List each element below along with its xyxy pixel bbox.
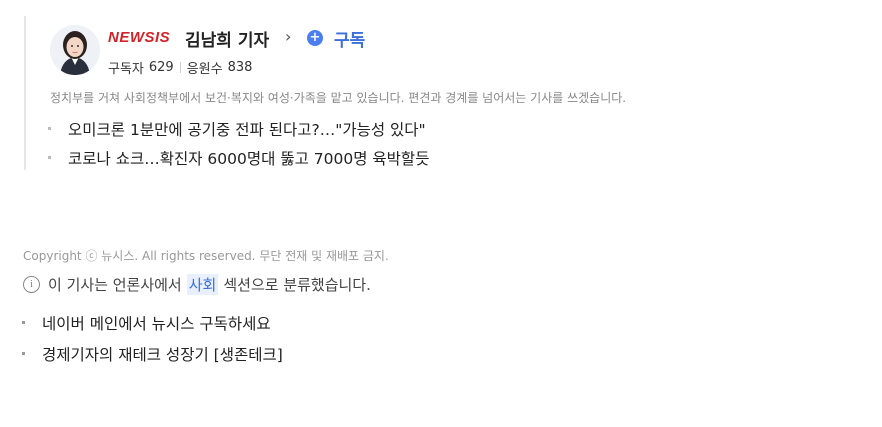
reporter-stats: 구독자 629 응원수 838: [108, 58, 252, 77]
reporter-avatar[interactable]: [50, 25, 100, 75]
promo-list: 네이버 메인에서 뉴시스 구독하세요 경제기자의 재테크 성장기 [생존테크]: [22, 312, 283, 374]
reporter-bio: 정치부를 거쳐 사회정책부에서 보건·복지와 여성·가족을 맡고 있습니다. 편…: [50, 91, 627, 105]
category-suffix: 섹션으로 분류했습니다.: [223, 276, 371, 294]
section-link[interactable]: 사회: [186, 274, 219, 295]
chevron-right-icon[interactable]: ›: [285, 27, 291, 46]
promo-link[interactable]: 경제기자의 재테크 성장기 [생존테크]: [22, 343, 283, 374]
category-note: i 이 기사는 언론사에서 사회 섹션으로 분류했습니다.: [23, 274, 371, 295]
press-logo[interactable]: NEWSIS: [108, 29, 170, 46]
cheers-count: 838: [227, 60, 253, 75]
info-icon: i: [23, 276, 40, 293]
article-link[interactable]: 코로나 쇼크…확진자 6000명대 뚫고 7000명 육박할듯: [48, 147, 429, 176]
reporter-name[interactable]: 김남희 기자: [185, 26, 269, 51]
article-link[interactable]: 오미크론 1분만에 공기중 전파 된다고?…"가능성 있다": [48, 118, 429, 147]
subscribers-count: 629: [148, 60, 174, 75]
reporter-article-list: 오미크론 1분만에 공기중 전파 된다고?…"가능성 있다" 코로나 쇼크…확진…: [48, 118, 429, 176]
subscribe-button[interactable]: + 구독: [307, 25, 365, 51]
plus-icon: +: [307, 30, 323, 46]
stats-divider: [179, 62, 181, 73]
reporter-card: NEWSIS 김남희 기자 › + 구독 구독자 629 응원수 838 정치부…: [24, 16, 846, 170]
reporter-photo: [50, 25, 100, 75]
cheers-label: 응원수: [186, 62, 223, 77]
category-prefix: 이 기사는 언론사에서: [48, 276, 182, 294]
subscribe-label: 구독: [334, 30, 366, 51]
promo-link[interactable]: 네이버 메인에서 뉴시스 구독하세요: [22, 312, 283, 343]
copyright-notice: Copyright ⓒ 뉴시스. All rights reserved. 무단…: [23, 249, 389, 263]
subscribers-label: 구독자: [108, 62, 144, 77]
